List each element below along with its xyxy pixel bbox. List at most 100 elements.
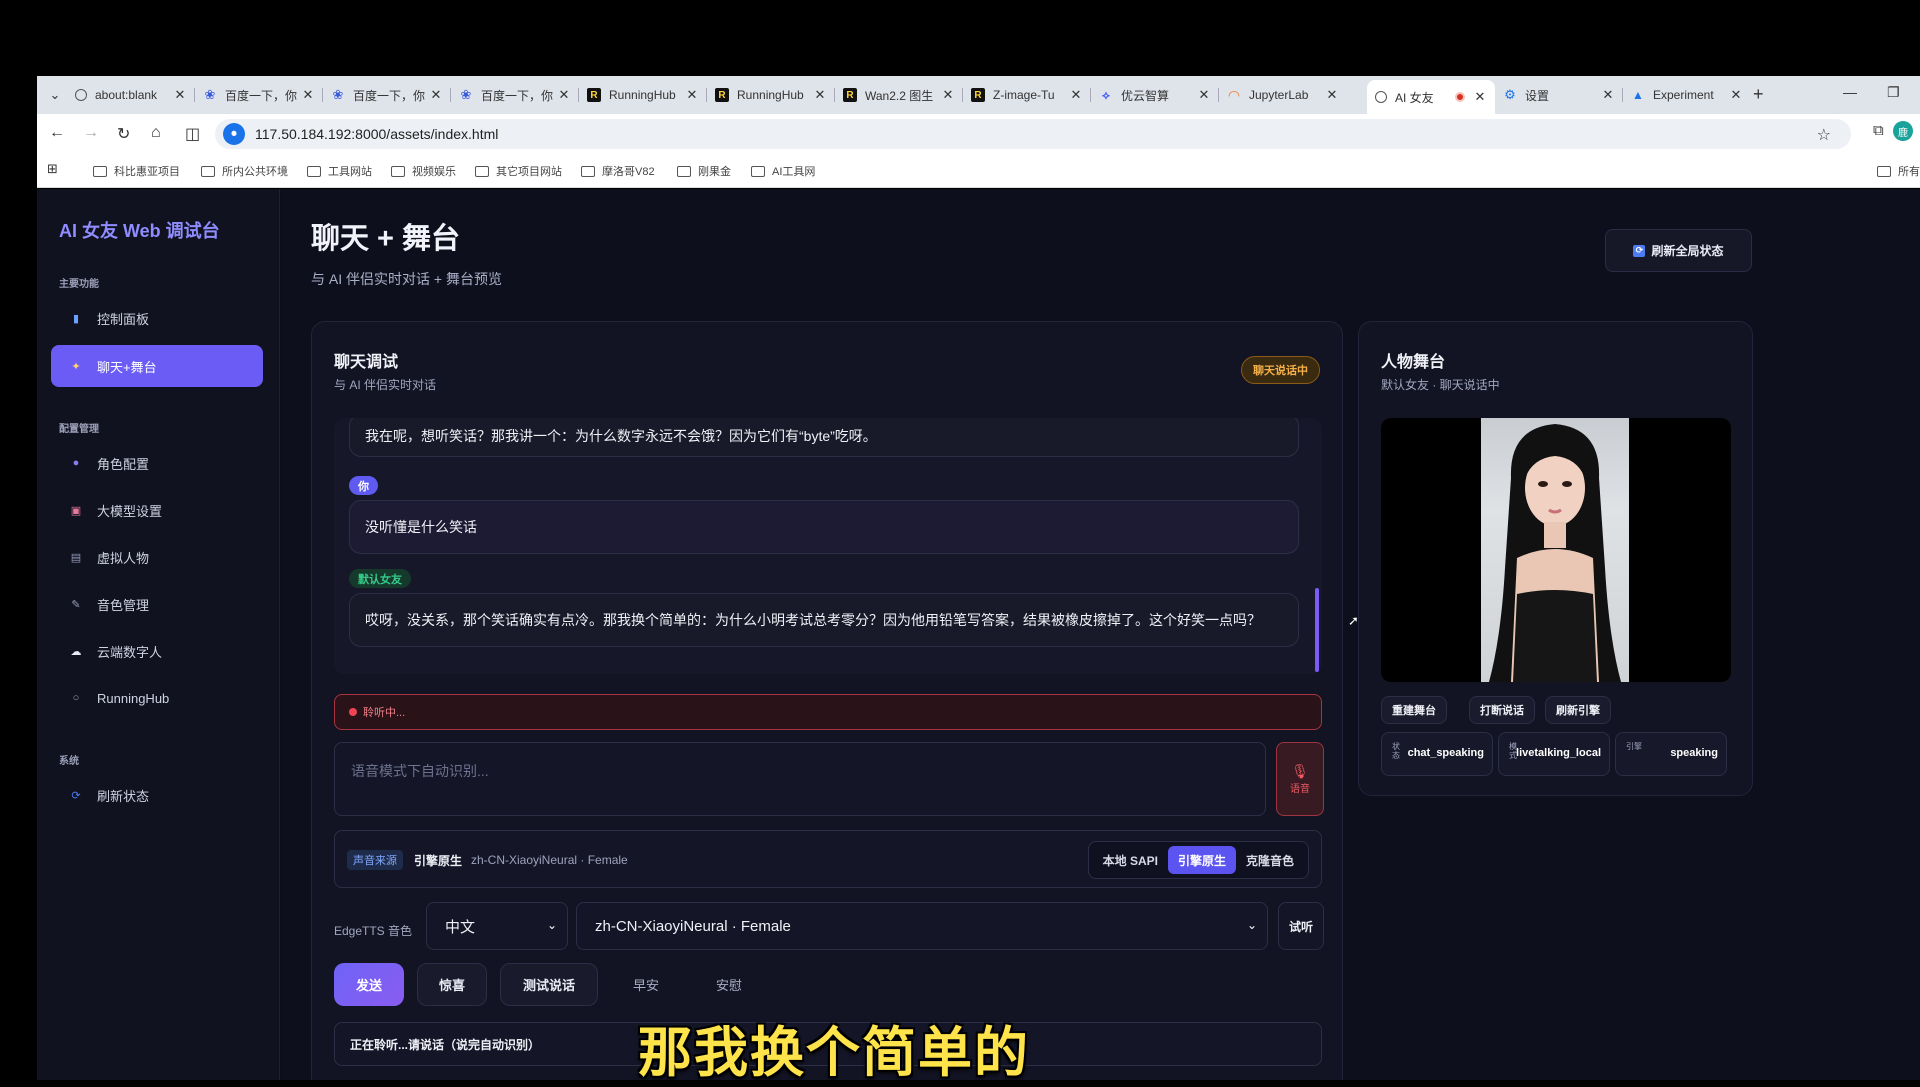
sidebar-item-refresh[interactable]: ⟳ 刷新状态 [51, 774, 263, 816]
reader-icon[interactable]: ◫ [185, 124, 200, 144]
close-tab-icon[interactable]: ✕ [813, 87, 827, 103]
sidebar-item-dashboard[interactable]: ▮ 控制面板 [51, 297, 263, 339]
bookmark-folder[interactable]: 科比惠亚项目 [93, 163, 180, 179]
tab[interactable]: ◠ JupyterLab ✕ [1219, 80, 1347, 110]
voice-select[interactable]: zh-CN-XiaoyiNeural · Female ⌄ [576, 902, 1268, 950]
home-icon[interactable]: ⌂ [151, 124, 161, 142]
apps-grid-icon[interactable]: ⊞ [47, 161, 58, 177]
good-morning-button[interactable]: 早安 [611, 963, 681, 1006]
interrupt-speech-button[interactable]: 打断说话 [1469, 696, 1535, 724]
tab-title: 百度一下，你 [353, 88, 426, 103]
restore-icon[interactable]: ❐ [1887, 84, 1900, 101]
option-cloned-voice[interactable]: 克隆音色 [1236, 846, 1304, 874]
sidebar-item-runninghub[interactable]: ○ RunningHub [51, 677, 263, 719]
bookmark-folder[interactable]: 视频娱乐 [391, 163, 456, 179]
chat-scrollbar[interactable] [1315, 588, 1319, 672]
close-tab-icon[interactable]: ✕ [301, 87, 315, 103]
tab[interactable]: R Wan2.2 图生 ✕ [835, 80, 963, 110]
bookmark-folder[interactable]: 工具网站 [307, 163, 372, 179]
tab-search-icon[interactable]: ⌄ [43, 84, 67, 106]
listening-indicator: 聆听中... [334, 694, 1322, 730]
voice-source-tag: 声音来源 [347, 850, 403, 870]
profile-avatar-icon[interactable]: 鹿 [1893, 121, 1913, 141]
bookmark-folder[interactable]: 刚果金 [677, 163, 731, 179]
reload-icon[interactable]: ↻ [117, 124, 130, 144]
folder-icon [475, 165, 489, 177]
bookmark-star-icon[interactable]: ☆ [1817, 125, 1831, 145]
chat-input[interactable]: 语音模式下自动识别... [334, 742, 1266, 816]
sidebar-item-label: 大模型设置 [97, 503, 163, 519]
bookmark-folder[interactable]: 所有 [1877, 163, 1920, 179]
bookmark-folder[interactable]: 所内公共环境 [201, 163, 288, 179]
close-tab-icon[interactable]: ✕ [685, 87, 699, 103]
tab[interactable]: R RunningHub ✕ [707, 80, 835, 110]
tab[interactable]: about:blank ✕ [67, 80, 195, 110]
avatar-video [1481, 418, 1629, 682]
close-tab-icon[interactable]: ✕ [557, 87, 571, 103]
jupyter-icon: ◠ [1228, 86, 1240, 103]
tab[interactable]: ▲ Experiment ✕ [1623, 80, 1751, 110]
tab[interactable]: R Z-image-Tu ✕ [963, 80, 1091, 110]
close-tab-icon[interactable]: ✕ [1197, 87, 1211, 103]
option-engine-native[interactable]: 引擎原生 [1167, 846, 1236, 874]
sidebar-item-role-config[interactable]: ● 角色配置 [51, 442, 263, 484]
globe-icon [1375, 91, 1387, 103]
preview-voice-button[interactable]: 试听 [1278, 902, 1324, 950]
close-tab-icon[interactable]: ✕ [1601, 87, 1615, 103]
chat-title: 聊天调试 [334, 354, 399, 371]
extensions-icon[interactable]: ⧉ [1873, 122, 1884, 139]
bookmark-folder[interactable]: 其它项目网站 [475, 163, 562, 179]
tab-title: Z-image-Tu [993, 88, 1055, 102]
close-tab-icon[interactable]: ✕ [1729, 87, 1743, 103]
close-tab-icon[interactable]: ✕ [429, 87, 443, 103]
option-local-sapi[interactable]: 本地 SAPI [1093, 846, 1168, 874]
close-tab-icon[interactable]: ✕ [1473, 89, 1487, 105]
minimize-icon[interactable]: — [1843, 84, 1857, 100]
tab[interactable]: ⟡ 优云智算 ✕ [1091, 80, 1219, 110]
stat-value: chat_speaking [1407, 747, 1484, 759]
voice-button[interactable]: 🎙 语音 [1276, 742, 1324, 816]
bookmark-label: AI工具网 [772, 166, 816, 178]
stat-value: speaking [1670, 747, 1718, 759]
send-button[interactable]: 发送 [334, 963, 404, 1006]
surprise-button[interactable]: 惊喜 [417, 963, 487, 1006]
rebuild-stage-button[interactable]: 重建舞台 [1381, 696, 1447, 724]
message-text: 没听懂是什么笑话 [365, 519, 477, 535]
sidebar-item-llm-settings[interactable]: ▣ 大模型设置 [51, 489, 263, 531]
tab[interactable]: ⚙ 设置 ✕ [1495, 80, 1623, 110]
back-icon[interactable]: ← [49, 124, 65, 142]
forward-icon[interactable]: → [83, 124, 99, 142]
close-tab-icon[interactable]: ✕ [941, 87, 955, 103]
sidebar-item-voice-mgmt[interactable]: ✎ 音色管理 [51, 583, 263, 625]
tab[interactable]: ❀ 百度一下，你 ✕ [195, 80, 323, 110]
sidebar-item-label: 角色配置 [97, 456, 150, 472]
close-tab-icon[interactable]: ✕ [1069, 87, 1083, 103]
tab[interactable]: ❀ 百度一下，你 ✕ [451, 80, 579, 110]
chevron-down-icon: ⌄ [1246, 918, 1257, 932]
close-tab-icon[interactable]: ✕ [173, 87, 187, 103]
bookmark-folder[interactable]: 摩洛哥V82 [581, 163, 655, 179]
clapper-icon: ▤ [70, 551, 82, 564]
new-tab-icon[interactable]: + [1753, 84, 1764, 105]
close-tab-icon[interactable]: ✕ [1325, 87, 1339, 103]
sidebar-item-virtual-human[interactable]: ▤ 虚拟人物 [51, 536, 263, 578]
message-text: 我在呢，想听笑话？那我讲一个：为什么数字永远不会饿？因为它们有“byte”吃呀。 [365, 427, 877, 444]
sidebar-item-cloud-avatar[interactable]: ☁ 云端数字人 [51, 630, 263, 672]
tab-title: Wan2.2 图生 [865, 88, 934, 103]
recording-icon [1455, 92, 1465, 102]
sidebar-item-chat-stage[interactable]: ✦ 聊天+舞台 [51, 345, 263, 387]
tab[interactable]: ❀ 百度一下，你 ✕ [323, 80, 451, 110]
test-speak-button[interactable]: 测试说话 [500, 963, 598, 1006]
language-select[interactable]: 中文 ⌄ [426, 902, 568, 950]
tab-active[interactable]: AI 女友 ✕ [1367, 80, 1495, 114]
chat-log[interactable]: 我在呢，想听笑话？那我讲一个：为什么数字永远不会饿？因为它们有“byte”吃呀。… [334, 418, 1322, 674]
comfort-button[interactable]: 安慰 [694, 963, 764, 1006]
refresh-engine-button[interactable]: 刷新引擎 [1545, 696, 1611, 724]
listening-text: 聆听中... [363, 707, 406, 719]
refresh-global-button[interactable]: ⟳ 刷新全局状态 [1605, 229, 1752, 272]
address-bar[interactable]: ⏺ 117.50.184.192:8000/assets/index.html … [215, 119, 1851, 149]
sidebar-item-label: 音色管理 [97, 597, 150, 613]
bookmark-folder[interactable]: AI工具网 [751, 163, 815, 179]
site-info-icon[interactable]: ⏺ [223, 123, 245, 145]
tab[interactable]: R RunningHub ✕ [579, 80, 707, 110]
